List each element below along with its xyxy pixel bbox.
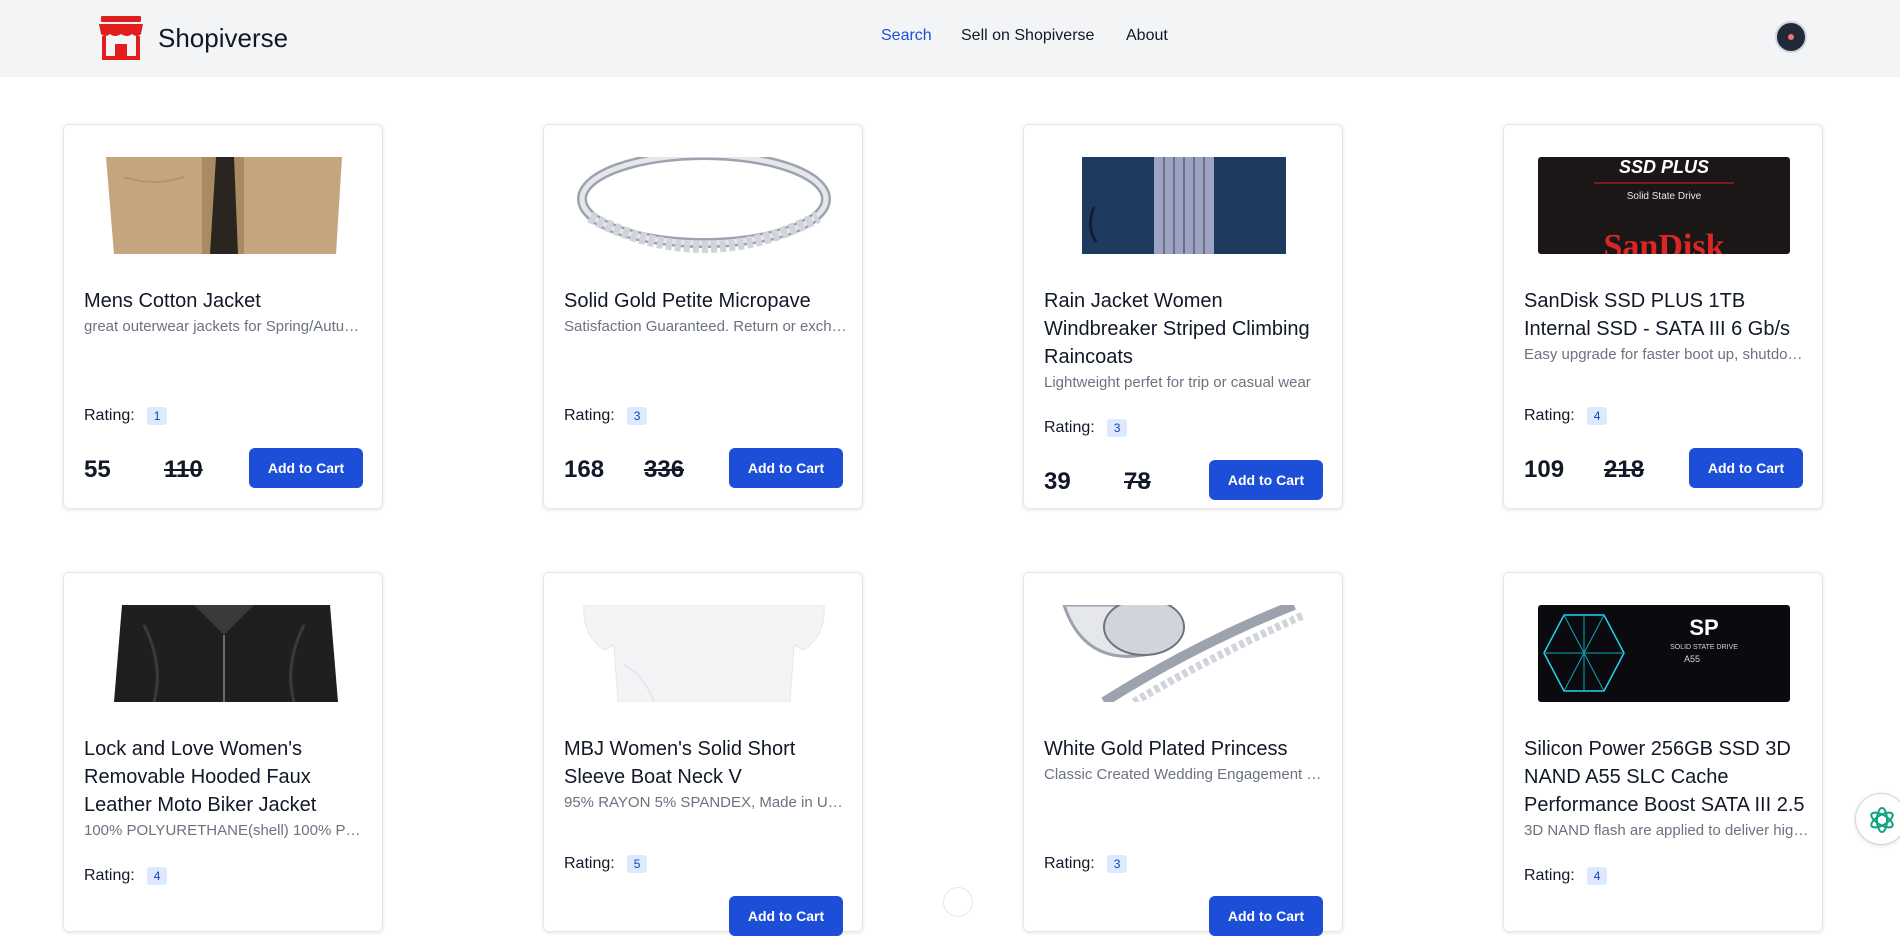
product-price: 168 bbox=[564, 456, 605, 483]
add-to-cart-button[interactable]: Add to Cart bbox=[729, 896, 843, 936]
product-title[interactable]: Solid Gold Petite Micropave bbox=[564, 287, 849, 315]
product-image[interactable] bbox=[1044, 605, 1324, 702]
brand-name[interactable]: Shopiverse bbox=[158, 23, 288, 54]
svg-text:A55: A55 bbox=[1684, 654, 1700, 664]
rating-badge: 4 bbox=[1586, 407, 1608, 425]
rating-row: Rating: 3 bbox=[1044, 855, 1128, 873]
rating-row: Rating: 3 bbox=[1044, 419, 1128, 437]
add-to-cart-button[interactable]: Add to Cart bbox=[729, 448, 843, 488]
product-title[interactable]: Mens Cotton Jacket bbox=[84, 287, 369, 315]
rating-label: Rating: bbox=[84, 407, 135, 424]
add-to-cart-button[interactable]: Add to Cart bbox=[1209, 460, 1323, 500]
product-description: 3D NAND flash are applied to deliver hig… bbox=[1524, 822, 1809, 839]
product-image[interactable]: SSD PLUS Solid State Drive SanDisk bbox=[1524, 157, 1804, 254]
product-card[interactable]: Lock and Love Women's Removable Hooded F… bbox=[63, 572, 383, 932]
nav-about-link[interactable]: About bbox=[1126, 27, 1168, 45]
top-navbar: Shopiverse Search Sell on Shopiverse Abo… bbox=[0, 0, 1900, 77]
product-description: Satisfaction Guaranteed. Return or excha… bbox=[564, 318, 849, 335]
product-title[interactable]: Lock and Love Women's Removable Hooded F… bbox=[84, 735, 369, 819]
store-logo-icon[interactable] bbox=[97, 14, 145, 60]
product-description: 95% RAYON 5% SPANDEX, Made in USA or Imp… bbox=[564, 794, 849, 811]
rating-row: Rating: 1 bbox=[84, 407, 168, 425]
svg-text:SanDisk: SanDisk bbox=[1604, 228, 1725, 254]
add-to-cart-button[interactable]: Add to Cart bbox=[249, 448, 363, 488]
rating-label: Rating: bbox=[564, 855, 615, 872]
product-image[interactable] bbox=[84, 157, 364, 254]
product-description: Easy upgrade for faster boot up, shutdow… bbox=[1524, 346, 1809, 363]
product-card[interactable]: White Gold Plated Princess Classic Creat… bbox=[1023, 572, 1343, 936]
product-price: 39 bbox=[1044, 468, 1071, 495]
product-price: 109 bbox=[1524, 456, 1565, 483]
nav-search-link[interactable]: Search bbox=[881, 27, 932, 45]
product-title[interactable]: SanDisk SSD PLUS 1TB Internal SSD - SATA… bbox=[1524, 287, 1809, 343]
product-card[interactable]: MBJ Women's Solid Short Sleeve Boat Neck… bbox=[543, 572, 863, 936]
rating-badge: 4 bbox=[146, 867, 168, 885]
nav-sell-link[interactable]: Sell on Shopiverse bbox=[961, 27, 1094, 45]
product-image[interactable]: SP SOLID STATE DRIVE A55 bbox=[1524, 605, 1804, 702]
rating-row: Rating: 5 bbox=[564, 855, 648, 873]
product-description: Lightweight perfet for trip or casual we… bbox=[1044, 374, 1311, 391]
product-description: Classic Created Wedding Engagement Solit… bbox=[1044, 766, 1329, 783]
product-card[interactable]: Solid Gold Petite Micropave Satisfaction… bbox=[543, 124, 863, 509]
product-image[interactable] bbox=[84, 605, 364, 702]
product-old-price: 78 bbox=[1124, 468, 1151, 495]
add-to-cart-button[interactable]: Add to Cart bbox=[1689, 448, 1803, 488]
product-price: 55 bbox=[84, 456, 111, 483]
product-image[interactable] bbox=[564, 157, 844, 254]
rating-row: Rating: 4 bbox=[1524, 867, 1608, 885]
product-image[interactable] bbox=[1044, 157, 1324, 254]
rating-badge: 3 bbox=[1106, 419, 1128, 437]
product-title[interactable]: MBJ Women's Solid Short Sleeve Boat Neck… bbox=[564, 735, 849, 791]
product-title[interactable]: White Gold Plated Princess bbox=[1044, 735, 1329, 763]
rating-badge: 4 bbox=[1586, 867, 1608, 885]
rating-label: Rating: bbox=[84, 867, 135, 884]
user-avatar[interactable] bbox=[1775, 21, 1807, 53]
rating-badge: 1 bbox=[146, 407, 168, 425]
rating-label: Rating: bbox=[1044, 419, 1095, 436]
rating-label: Rating: bbox=[1044, 855, 1095, 872]
product-description: great outerwear jackets for Spring/Autum… bbox=[84, 318, 369, 335]
rating-badge: 3 bbox=[1106, 855, 1128, 873]
product-card[interactable]: Rain Jacket Women Windbreaker Striped Cl… bbox=[1023, 124, 1343, 509]
rating-row: Rating: 4 bbox=[1524, 407, 1608, 425]
assistant-chat-button[interactable] bbox=[1855, 793, 1900, 845]
product-old-price: 336 bbox=[644, 456, 685, 483]
product-card[interactable]: Mens Cotton Jacket great outerwear jacke… bbox=[63, 124, 383, 509]
rating-label: Rating: bbox=[564, 407, 615, 424]
svg-text:SP: SP bbox=[1689, 615, 1718, 640]
rating-label: Rating: bbox=[1524, 407, 1575, 424]
rating-label: Rating: bbox=[1524, 867, 1575, 884]
scroll-indicator-icon[interactable] bbox=[943, 887, 973, 917]
rating-row: Rating: 4 bbox=[84, 867, 168, 885]
product-old-price: 110 bbox=[164, 456, 203, 483]
product-card[interactable]: SP SOLID STATE DRIVE A55 Silicon Power 2… bbox=[1503, 572, 1823, 932]
product-title[interactable]: Rain Jacket Women Windbreaker Striped Cl… bbox=[1044, 287, 1329, 371]
svg-text:SSD PLUS: SSD PLUS bbox=[1619, 157, 1709, 177]
ai-assistant-icon bbox=[1870, 807, 1894, 833]
product-old-price: 218 bbox=[1604, 456, 1645, 483]
svg-text:Solid State Drive: Solid State Drive bbox=[1627, 191, 1702, 202]
rating-badge: 3 bbox=[626, 407, 648, 425]
product-image[interactable] bbox=[564, 605, 844, 702]
rating-row: Rating: 3 bbox=[564, 407, 648, 425]
product-description: 100% POLYURETHANE(shell) 100% POLYESTER(… bbox=[84, 822, 369, 839]
add-to-cart-button[interactable]: Add to Cart bbox=[1209, 896, 1323, 936]
product-card[interactable]: SSD PLUS Solid State Drive SanDisk SanDi… bbox=[1503, 124, 1823, 509]
rating-badge: 5 bbox=[626, 855, 648, 873]
svg-text:SOLID STATE DRIVE: SOLID STATE DRIVE bbox=[1670, 644, 1738, 651]
product-title[interactable]: Silicon Power 256GB SSD 3D NAND A55 SLC … bbox=[1524, 735, 1809, 819]
